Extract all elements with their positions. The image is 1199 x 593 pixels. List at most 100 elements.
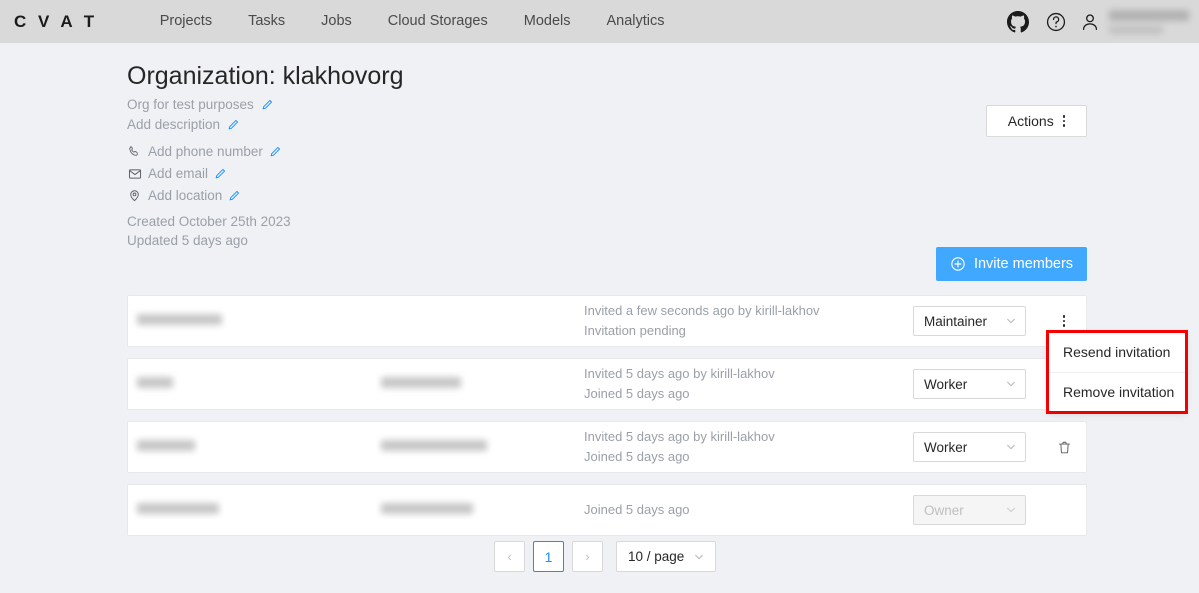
member-username-cell	[137, 375, 297, 393]
nav-item-analytics[interactable]: Analytics	[589, 0, 683, 43]
member-invitation-info: Invited a few seconds ago by kirill-lakh…	[584, 302, 820, 340]
chevron-down-icon	[1006, 316, 1016, 326]
invitation-context-menu-highlight: Resend invitation Remove invitation	[1046, 330, 1188, 414]
main-navigation: Projects Tasks Jobs Cloud Storages Model…	[142, 0, 683, 43]
nav-item-cloud-storages[interactable]: Cloud Storages	[370, 0, 506, 43]
pagination-next-button[interactable]: ›	[572, 541, 603, 572]
page-title: Organization: klakhovorg	[127, 62, 404, 90]
user-identity	[1109, 9, 1189, 34]
user-menu[interactable]	[1079, 0, 1189, 43]
header-right-actions	[999, 0, 1199, 43]
phone-icon	[127, 145, 142, 158]
pagination-page-size-select[interactable]: 10 / page	[616, 541, 717, 572]
nav-item-models[interactable]: Models	[506, 0, 589, 43]
member-fullname-cell	[381, 375, 591, 393]
table-row: Joined 5 days ago Owner	[127, 484, 1087, 536]
github-icon[interactable]	[999, 0, 1037, 43]
more-vertical-icon	[1062, 315, 1066, 327]
invite-members-label: Invite members	[973, 256, 1074, 272]
organization-page: Organization: klakhovorg Org for test pu…	[0, 43, 1199, 593]
member-status-text: Joined 5 days ago	[584, 502, 690, 517]
member-invitation-info: Invited 5 days ago by kirill-lakhov Join…	[584, 365, 775, 403]
member-role-value: Worker	[924, 439, 968, 455]
member-username-cell	[137, 501, 297, 519]
member-role-select[interactable]: Worker	[913, 432, 1026, 462]
member-role-value: Maintainer	[924, 313, 988, 329]
actions-button[interactable]: Actions	[986, 105, 1087, 137]
plus-circle-icon	[950, 256, 966, 272]
member-fullname	[381, 440, 487, 451]
user-display-name	[1109, 9, 1189, 21]
org-fullname-row: Org for test purposes	[127, 95, 1087, 114]
member-username	[137, 377, 173, 388]
remove-invitation-item[interactable]: Remove invitation	[1049, 371, 1185, 412]
member-invited-text: Invited a few seconds ago by kirill-lakh…	[584, 303, 820, 318]
page-size-value: 10 / page	[628, 549, 685, 564]
resend-invitation-item[interactable]: Resend invitation	[1049, 333, 1185, 372]
org-dates-group: Created October 25th 2023 Updated 5 days…	[127, 212, 1087, 250]
member-status-text: Invitation pending	[584, 323, 686, 338]
member-status-text: Joined 5 days ago	[584, 386, 690, 401]
member-invitation-info: Joined 5 days ago	[584, 501, 690, 519]
mail-icon	[127, 167, 142, 181]
member-role-value: Worker	[924, 376, 968, 392]
org-description-row: Add description	[127, 115, 1087, 134]
member-username	[137, 503, 219, 514]
member-username	[137, 440, 195, 451]
chevron-down-icon	[694, 552, 704, 562]
top-header-bar: C V A T Projects Tasks Jobs Cloud Storag…	[0, 0, 1199, 43]
table-row: Invited 5 days ago by kirill-lakhov Join…	[127, 421, 1087, 473]
member-role-select: Owner	[913, 495, 1026, 525]
member-invited-text: Invited 5 days ago by kirill-lakhov	[584, 366, 775, 381]
org-location-placeholder[interactable]: Add location	[148, 186, 222, 205]
user-avatar-icon	[1079, 11, 1101, 33]
org-location-row: Add location	[127, 186, 1087, 205]
org-fullname-value: Org for test purposes	[127, 97, 254, 112]
member-fullname	[381, 377, 461, 388]
org-email-placeholder[interactable]: Add email	[148, 164, 208, 183]
edit-fullname-pencil-icon[interactable]	[261, 98, 274, 111]
member-invited-text: Invited 5 days ago by kirill-lakhov	[584, 429, 775, 444]
members-list: Invited a few seconds ago by kirill-lakh…	[127, 295, 1087, 547]
member-status-text: Joined 5 days ago	[584, 449, 690, 464]
user-organization-label	[1109, 25, 1163, 34]
table-row: Invited a few seconds ago by kirill-lakh…	[127, 295, 1087, 347]
invitation-context-menu: Resend invitation Remove invitation	[1049, 333, 1185, 411]
organization-info-panel: Organization: klakhovorg Org for test pu…	[127, 60, 1087, 281]
org-contacts-group: Add phone number Add email Add location	[127, 142, 1087, 205]
cvat-logo[interactable]: C V A T	[14, 12, 98, 32]
more-vertical-icon	[1062, 115, 1066, 127]
member-username-cell	[137, 312, 297, 330]
pagination: ‹ 1 › 10 / page	[494, 541, 717, 572]
org-email-row: Add email	[127, 164, 1087, 183]
member-invitation-info: Invited 5 days ago by kirill-lakhov Join…	[584, 428, 775, 466]
member-role-select[interactable]: Maintainer	[913, 306, 1026, 336]
edit-email-pencil-icon[interactable]	[214, 167, 227, 180]
member-fullname-cell	[381, 501, 591, 519]
member-username	[137, 314, 222, 325]
org-created-date: Created October 25th 2023	[127, 214, 291, 229]
table-row: Invited 5 days ago by kirill-lakhov Join…	[127, 358, 1087, 410]
actions-button-label: Actions	[1007, 113, 1054, 129]
edit-description-pencil-icon[interactable]	[227, 118, 240, 131]
pagination-page-1[interactable]: 1	[533, 541, 564, 572]
member-role-select[interactable]: Worker	[913, 369, 1026, 399]
member-role-value: Owner	[924, 502, 964, 518]
pagination-prev-button[interactable]: ‹	[494, 541, 525, 572]
question-circle-icon[interactable]	[1037, 0, 1075, 43]
nav-item-projects[interactable]: Projects	[142, 0, 230, 43]
chevron-down-icon	[1006, 442, 1016, 452]
trash-icon	[1057, 440, 1072, 455]
location-pin-icon	[127, 189, 142, 202]
invite-members-button[interactable]: Invite members	[936, 247, 1087, 281]
org-description-placeholder[interactable]: Add description	[127, 115, 220, 134]
chevron-down-icon	[1006, 505, 1016, 515]
nav-item-tasks[interactable]: Tasks	[230, 0, 303, 43]
org-phone-placeholder[interactable]: Add phone number	[148, 142, 263, 161]
edit-phone-pencil-icon[interactable]	[269, 145, 282, 158]
member-delete-button[interactable]	[1052, 432, 1076, 462]
nav-item-jobs[interactable]: Jobs	[303, 0, 370, 43]
member-fullname-cell	[381, 438, 591, 456]
edit-location-pencil-icon[interactable]	[228, 189, 241, 202]
chevron-down-icon	[1006, 379, 1016, 389]
